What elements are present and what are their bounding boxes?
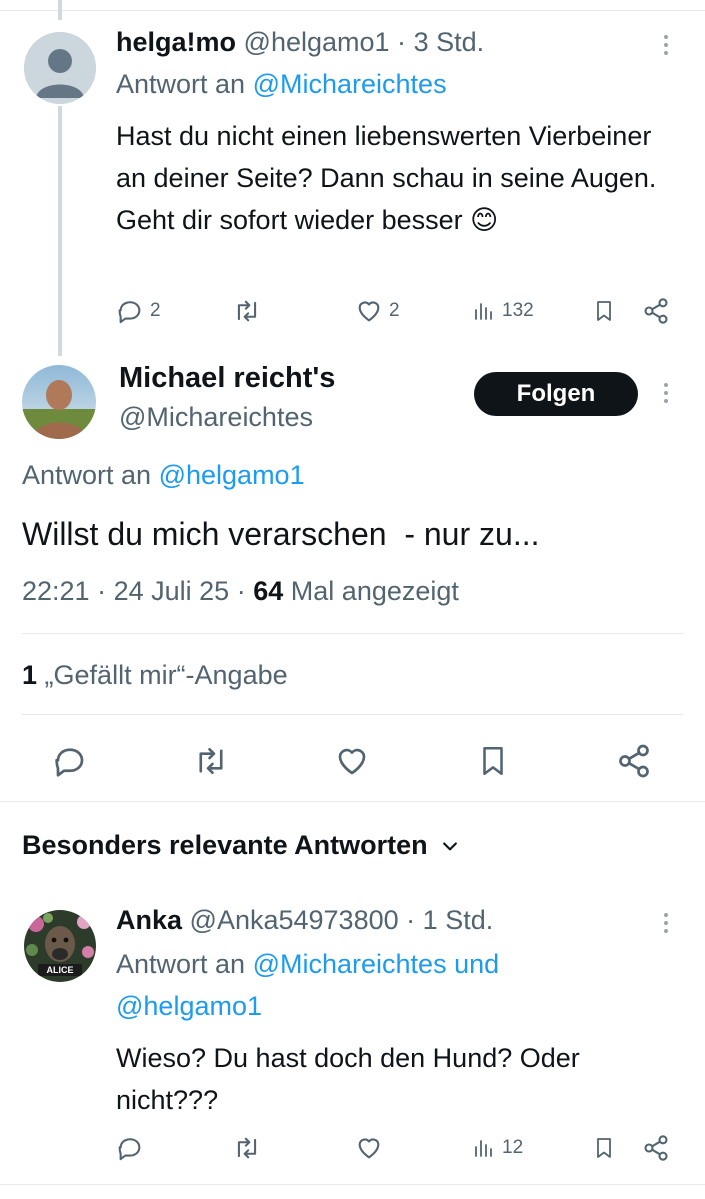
default-avatar-icon xyxy=(24,32,96,104)
reply-context: Antwort an @Michareichtes xyxy=(116,69,447,100)
views-button[interactable]: 132 xyxy=(472,297,534,325)
share-button[interactable] xyxy=(616,743,652,784)
handle[interactable]: @Anka54973800 xyxy=(190,905,399,935)
views-icon xyxy=(475,303,492,320)
follow-button[interactable]: Folgen xyxy=(474,372,638,416)
reply-context: Antwort an @helgamo1 xyxy=(22,460,305,491)
reply-context-line2: @helgamo1 xyxy=(116,991,262,1022)
tweet-meta: 22:21 · 24 Juli 25 · 64 Mal angezeigt xyxy=(22,576,459,606)
reply-button[interactable]: 2 xyxy=(116,297,161,325)
views-count: 12 xyxy=(502,1137,524,1158)
reply-count: 2 xyxy=(150,300,161,321)
views-label: Mal angezeigt xyxy=(290,576,459,606)
reply-button[interactable] xyxy=(52,743,88,784)
share-button[interactable] xyxy=(642,1134,670,1162)
bookmark-icon xyxy=(597,301,611,321)
display-name[interactable]: Anka xyxy=(116,905,182,935)
thread-line-top xyxy=(58,0,62,20)
divider xyxy=(22,714,684,715)
tweet-text: Willst du mich verarschen - nur zu... xyxy=(22,516,540,552)
like-button[interactable] xyxy=(334,743,370,784)
reply-icon xyxy=(118,1138,141,1161)
handle[interactable]: @Michareichtes xyxy=(119,402,313,433)
reply-icon xyxy=(118,301,141,324)
like-count: 2 xyxy=(389,300,400,321)
heart-icon xyxy=(358,301,380,322)
likes-summary[interactable]: 1 „Gefällt mir“-Angabe xyxy=(22,660,288,691)
retweet-icon xyxy=(237,300,257,322)
likes-count: 1 xyxy=(22,660,38,690)
smile-emoji: 😊 xyxy=(470,205,499,235)
handle[interactable]: @helgamo1 xyxy=(244,27,390,57)
tweet-text: Wieso? Du hast doch den Hund? Oder nicht… xyxy=(116,1043,580,1115)
reply-button[interactable] xyxy=(116,1134,144,1162)
thread-line xyxy=(58,106,62,356)
reply-to-link[interactable]: @Michareichtes xyxy=(253,69,447,99)
more-options-icon[interactable] xyxy=(664,383,668,403)
timestamp[interactable]: 1 Std. xyxy=(423,905,494,935)
share-button[interactable] xyxy=(642,297,670,325)
like-button[interactable] xyxy=(355,1134,383,1162)
tweet-date[interactable]: 24 Juli 25 xyxy=(114,576,230,606)
more-options-icon[interactable] xyxy=(664,913,668,933)
reply-to-link[interactable]: @Michareichtes xyxy=(253,949,447,979)
more-options-icon[interactable] xyxy=(664,35,668,55)
views-icon xyxy=(475,1140,492,1157)
share-icon xyxy=(644,298,668,324)
profile-photo-icon xyxy=(22,365,96,439)
heart-icon xyxy=(338,748,366,775)
avatar-badge: ALICE xyxy=(46,965,74,975)
tweet-time[interactable]: 22:21 xyxy=(22,576,90,606)
bookmark-icon xyxy=(597,1138,611,1158)
retweet-button[interactable] xyxy=(192,743,230,784)
reply-and: und xyxy=(454,949,500,979)
reply-prefix: Antwort an xyxy=(22,460,152,490)
like-button[interactable]: 2 xyxy=(355,297,400,325)
views-count: 132 xyxy=(502,300,534,321)
share-icon xyxy=(644,1135,668,1161)
divider xyxy=(0,1184,705,1185)
bookmark-button[interactable] xyxy=(592,297,616,325)
avatar-helgamo[interactable] xyxy=(24,32,96,104)
tweet-text: Hast du nicht einen liebenswerten Vierbe… xyxy=(116,121,657,235)
retweet-icon xyxy=(237,1137,257,1159)
tweet-header: helga!mo @helgamo1 · 3 Std. xyxy=(116,27,485,57)
bookmark-button[interactable] xyxy=(476,743,510,784)
timestamp[interactable]: 3 Std. xyxy=(414,27,485,57)
bookmark-button[interactable] xyxy=(592,1134,616,1162)
section-title: Besonders relevante Antworten xyxy=(22,830,428,860)
reply-context: Antwort an @Michareichtes und xyxy=(116,949,499,980)
reply-prefix: Antwort an xyxy=(116,69,246,99)
views-count: 64 xyxy=(253,576,284,606)
display-name[interactable]: helga!mo xyxy=(116,27,236,57)
reply-to-link[interactable]: @helgamo1 xyxy=(159,460,305,490)
heart-icon xyxy=(358,1138,380,1159)
avatar-michareichtes[interactable] xyxy=(22,365,96,439)
likes-label: „Gefällt mir“-Angabe xyxy=(44,660,288,690)
chevron-down-icon xyxy=(442,841,457,850)
share-icon xyxy=(619,744,649,778)
retweet-button[interactable] xyxy=(232,1134,262,1162)
reply-prefix: Antwort an xyxy=(116,949,246,979)
top-divider xyxy=(0,0,705,11)
retweet-button[interactable] xyxy=(232,297,262,325)
retweet-icon xyxy=(199,747,223,775)
reply-icon xyxy=(55,748,84,777)
replies-sort-dropdown[interactable]: Besonders relevante Antworten xyxy=(22,830,460,861)
divider xyxy=(22,633,684,634)
avatar-anka[interactable]: ALICE xyxy=(24,910,96,982)
tweet-header: Anka @Anka54973800 · 1 Std. xyxy=(116,905,494,935)
views-button[interactable]: 12 xyxy=(472,1134,523,1162)
divider xyxy=(0,801,705,802)
bookmark-icon xyxy=(483,746,503,776)
display-name[interactable]: Michael reicht's xyxy=(119,362,335,395)
reply-to-link[interactable]: @helgamo1 xyxy=(116,991,262,1021)
